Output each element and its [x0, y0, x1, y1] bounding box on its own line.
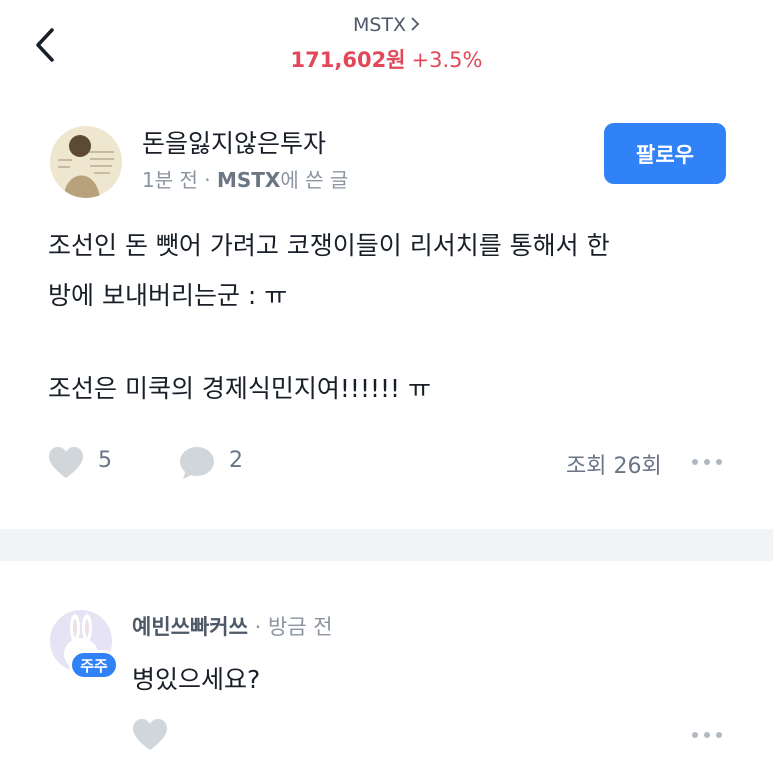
comment-button[interactable] — [178, 444, 216, 482]
follow-button[interactable]: 팔로우 — [604, 123, 726, 184]
post-body-line-2: 방에 보내버리는군 : ㅠ — [48, 281, 288, 310]
price-change: +3.5% — [411, 48, 483, 72]
ticker-label: MSTX — [352, 14, 407, 36]
author-avatar[interactable] — [50, 126, 122, 198]
post-board[interactable]: MSTX — [217, 168, 280, 192]
comment-more-button[interactable] — [690, 725, 724, 745]
heart-icon — [133, 719, 167, 750]
comment-separator: · — [254, 615, 262, 639]
comment-meta: 예빈쓰빠커쓰 · 방금 전 — [132, 611, 333, 641]
view-count: 조회 26회 — [566, 454, 662, 479]
post-time: 1분 전 — [142, 168, 198, 192]
chevron-right-icon — [410, 15, 420, 37]
post-board-suffix: 에 쓴 글 — [280, 168, 349, 192]
meta-separator: · — [204, 168, 211, 192]
price-display: 171,602원 +3.5% — [0, 44, 773, 74]
price-value: 171,602원 — [290, 48, 406, 72]
section-divider — [0, 529, 773, 561]
more-dots-icon — [692, 732, 722, 738]
ticker-link[interactable]: MSTX — [0, 14, 773, 37]
more-dots-icon — [692, 459, 722, 465]
post-body-line-3: 조선은 미쿡의 경제식민지여!!!!!! ㅠ — [48, 374, 431, 403]
like-count: 5 — [98, 448, 112, 473]
comment-count: 2 — [229, 448, 243, 473]
comment-bubble-icon — [180, 447, 214, 479]
post-meta: 1분 전 · MSTX에 쓴 글 — [142, 164, 348, 193]
comment-text: 병있으세요? — [132, 665, 261, 694]
post-author-name[interactable]: 돈을잃지않은투자 — [142, 124, 326, 160]
like-button[interactable] — [48, 446, 84, 480]
comment-author-name[interactable]: 예빈쓰빠커쓰 — [132, 615, 248, 639]
comment-like-button[interactable] — [132, 718, 168, 752]
heart-icon — [49, 447, 83, 478]
post-more-button[interactable] — [690, 452, 724, 472]
post-body-line-1: 조선인 돈 뺏어 가려고 코쟁이들이 리서치를 통해서 한 — [48, 231, 610, 260]
comment-time: 방금 전 — [267, 615, 333, 639]
shareholder-badge: 주주 — [69, 650, 119, 680]
